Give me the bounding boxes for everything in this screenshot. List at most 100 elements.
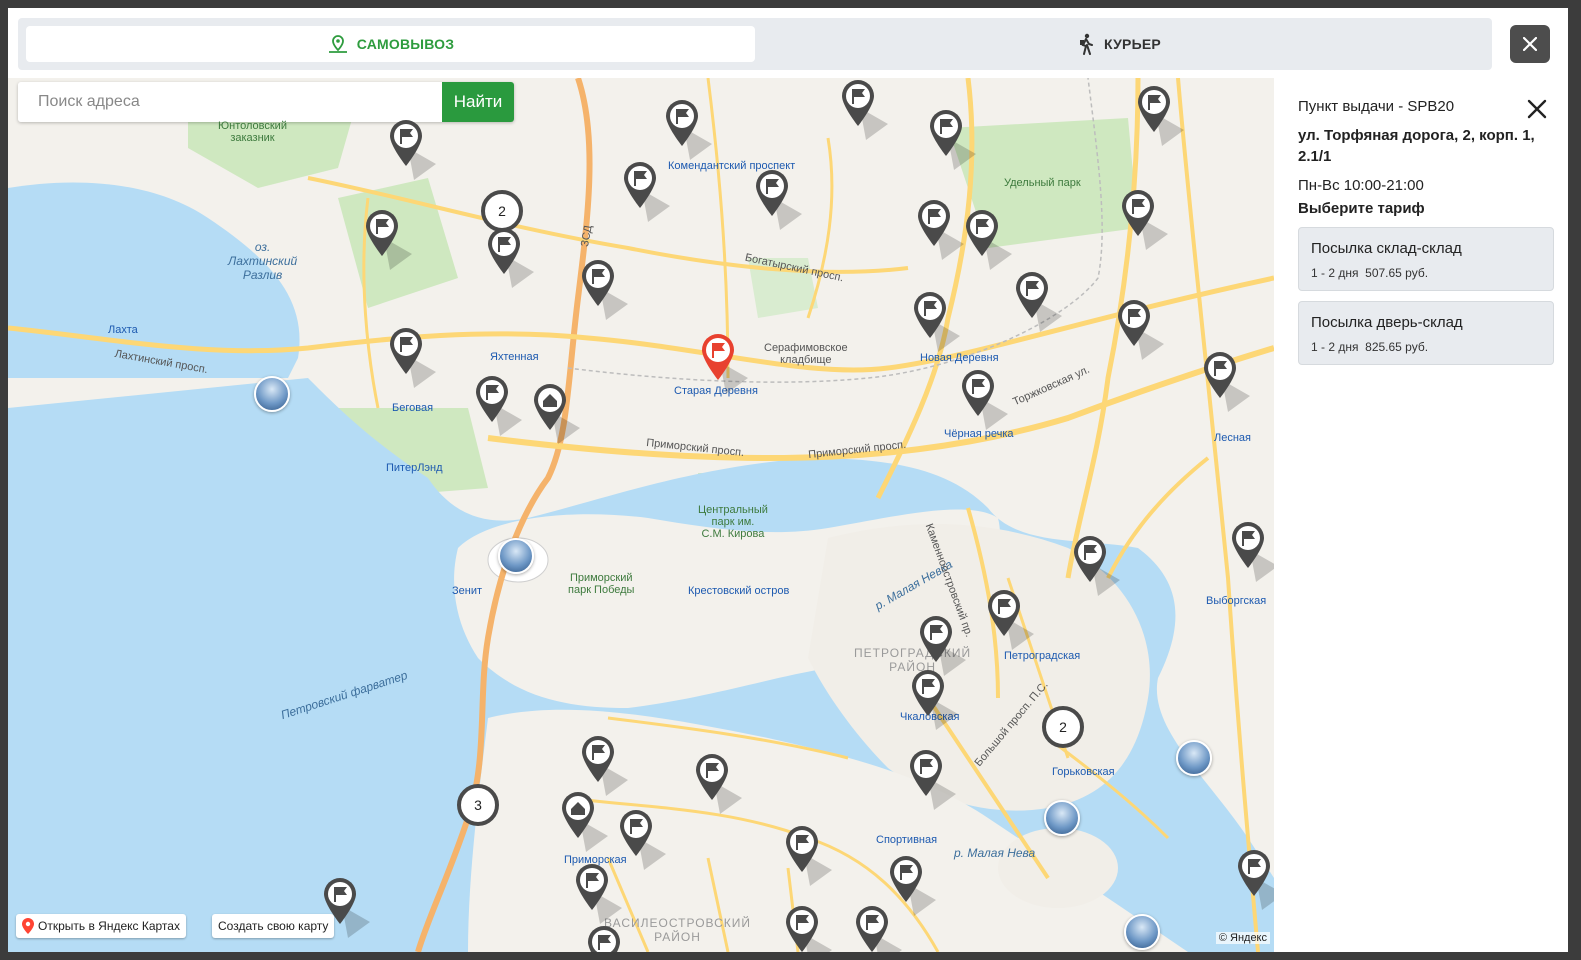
- create-map-button[interactable]: Создать свою карту: [212, 914, 335, 938]
- flag-pin-icon: [856, 906, 902, 952]
- metro-begovaya: Беговая: [392, 402, 434, 414]
- metro-lakhta: Лахта: [108, 324, 138, 336]
- pickup-point-marker[interactable]: [910, 668, 960, 734]
- pickup-point-marker[interactable]: [916, 198, 966, 264]
- pickup-point-marker[interactable]: [622, 160, 672, 226]
- pickup-point-marker[interactable]: [474, 374, 524, 440]
- pickup-point-marker[interactable]: [1120, 188, 1170, 254]
- close-icon: [1523, 37, 1537, 51]
- flag-pin-icon: [930, 110, 976, 170]
- flag-pin-icon: [914, 292, 960, 352]
- pickup-point-marker[interactable]: [388, 326, 438, 392]
- home-pin-icon: [534, 384, 580, 444]
- open-yandex-maps-button[interactable]: Открыть в Яндекс Картах: [16, 914, 186, 938]
- pickup-point-panel: Пункт выдачи - SPB20 ул. Торфяная дорога…: [1284, 78, 1568, 952]
- photo-marker[interactable]: [254, 376, 290, 412]
- pickup-point-marker[interactable]: [1014, 270, 1064, 336]
- metro-lesnaya: Лесная: [1214, 432, 1251, 444]
- close-modal-button[interactable]: [1510, 25, 1550, 63]
- pickup-point-marker[interactable]: [388, 118, 438, 184]
- photo-marker[interactable]: [498, 538, 534, 574]
- flag-pin-icon: [666, 100, 712, 160]
- pickup-point-marker[interactable]: [840, 78, 890, 144]
- tariff-option[interactable]: Посылка склад-склад 1 - 2 дня 507.65 руб…: [1298, 227, 1554, 291]
- pickup-point-marker[interactable]: [960, 368, 1010, 434]
- tab-courier-label: КУРЬЕР: [1104, 36, 1161, 52]
- pickup-point-marker[interactable]: [964, 208, 1014, 274]
- flag-pin-icon: [582, 260, 628, 320]
- search-input[interactable]: [18, 82, 442, 122]
- pickup-point-marker[interactable]: [912, 290, 962, 356]
- pickup-point-marker[interactable]: [664, 98, 714, 164]
- metro-sportivnaya: Спортивная: [876, 834, 938, 846]
- pickup-point-marker[interactable]: [908, 748, 958, 814]
- pickup-point-marker[interactable]: [1202, 350, 1252, 416]
- pickup-point-marker[interactable]: [586, 924, 636, 952]
- flag-pin-icon: [588, 926, 620, 952]
- cluster-marker[interactable]: 2: [481, 190, 523, 232]
- pickup-point-hours: Пн-Вс 10:00-21:00: [1298, 177, 1424, 194]
- tab-pickup[interactable]: САМОВЫВОЗ: [26, 26, 755, 62]
- home-pin-icon: [562, 792, 608, 852]
- selected-pickup-marker[interactable]: [700, 332, 750, 398]
- photo-marker[interactable]: [1176, 740, 1212, 776]
- pickup-point-marker[interactable]: [1236, 848, 1274, 914]
- pickup-point-marker[interactable]: [618, 808, 668, 874]
- pickup-point-marker[interactable]: [486, 226, 536, 292]
- pickup-point-marker[interactable]: [364, 208, 414, 274]
- pickup-point-marker[interactable]: [1072, 534, 1122, 600]
- pickup-point-marker[interactable]: [986, 588, 1036, 654]
- map-pin-person-icon: [328, 35, 347, 53]
- flag-pin-icon: [620, 810, 666, 870]
- map-label-udelny: Удельный парк: [1004, 177, 1081, 189]
- pickup-point-address: ул. Торфяная дорога, 2, корп. 1, 2.1/1: [1298, 127, 1535, 165]
- open-yandex-maps-label: Открыть в Яндекс Картах: [38, 919, 180, 933]
- pickup-point-marker[interactable]: [580, 258, 630, 324]
- flag-pin-icon: [1016, 272, 1062, 332]
- pickup-point-marker[interactable]: [854, 904, 904, 952]
- photo-marker[interactable]: [1044, 800, 1080, 836]
- flag-pin-icon: [910, 750, 956, 810]
- pickup-point-marker[interactable]: [784, 904, 834, 952]
- map-label-cemetery: Серафимовское кладбище: [764, 342, 848, 366]
- pickup-point-marker[interactable]: [1116, 298, 1166, 364]
- tab-courier[interactable]: КУРЬЕР: [755, 26, 1484, 62]
- flag-pin-icon: [756, 170, 802, 230]
- tariff-option[interactable]: Посылка дверь-склад 1 - 2 дня 825.65 руб…: [1298, 301, 1554, 365]
- flag-pin-icon: [1122, 190, 1168, 250]
- pickup-point-marker[interactable]: [754, 168, 804, 234]
- flag-pin-icon: [366, 210, 412, 270]
- red-pin-icon: [22, 918, 34, 934]
- map-label-reserve: Юнтоловский заказник: [218, 120, 287, 144]
- search-button[interactable]: Найти: [442, 82, 514, 122]
- flag-pin-icon: [390, 328, 436, 388]
- pickup-point-marker[interactable]: [574, 862, 624, 928]
- tariff-price: 1 - 2 дня 825.65 руб.: [1311, 340, 1429, 354]
- home-pickup-marker[interactable]: [560, 790, 610, 856]
- map[interactable]: Найти Юнтоловский заказник оз. Лахтински…: [8, 78, 1274, 952]
- flag-pin-icon: [1074, 536, 1120, 596]
- flag-pin-icon: [988, 590, 1034, 650]
- tariff-name: Посылка дверь-склад: [1311, 314, 1463, 331]
- cluster-marker[interactable]: 2: [1042, 706, 1084, 748]
- map-label-victory-park: Приморский парк Победы: [568, 572, 635, 596]
- cluster-marker[interactable]: 3: [457, 784, 499, 826]
- pickup-point-marker[interactable]: [1230, 520, 1274, 586]
- flag-pin-icon: [624, 162, 670, 222]
- pickup-point-marker[interactable]: [1136, 84, 1186, 150]
- flag-pin-icon: [1232, 522, 1274, 582]
- pickup-point-marker[interactable]: [694, 752, 744, 818]
- tariff-name: Посылка склад-склад: [1311, 240, 1462, 257]
- flag-pin-icon: [696, 754, 742, 814]
- home-pickup-marker[interactable]: [532, 382, 582, 448]
- photo-marker[interactable]: [1124, 914, 1160, 950]
- metro-yakhtennaya: Яхтенная: [490, 351, 539, 363]
- flag-pin-icon: [918, 200, 964, 260]
- map-label-malaya-neva: р. Малая Нева: [954, 846, 1036, 860]
- pickup-point-title: Пункт выдачи - SPB20: [1298, 98, 1455, 115]
- tariff-price: 1 - 2 дня 507.65 руб.: [1311, 266, 1429, 280]
- pickup-point-marker[interactable]: [784, 824, 834, 890]
- pickup-point-marker[interactable]: [928, 108, 978, 174]
- flag-pin-icon: [842, 80, 888, 140]
- close-panel-icon[interactable]: [1526, 98, 1548, 120]
